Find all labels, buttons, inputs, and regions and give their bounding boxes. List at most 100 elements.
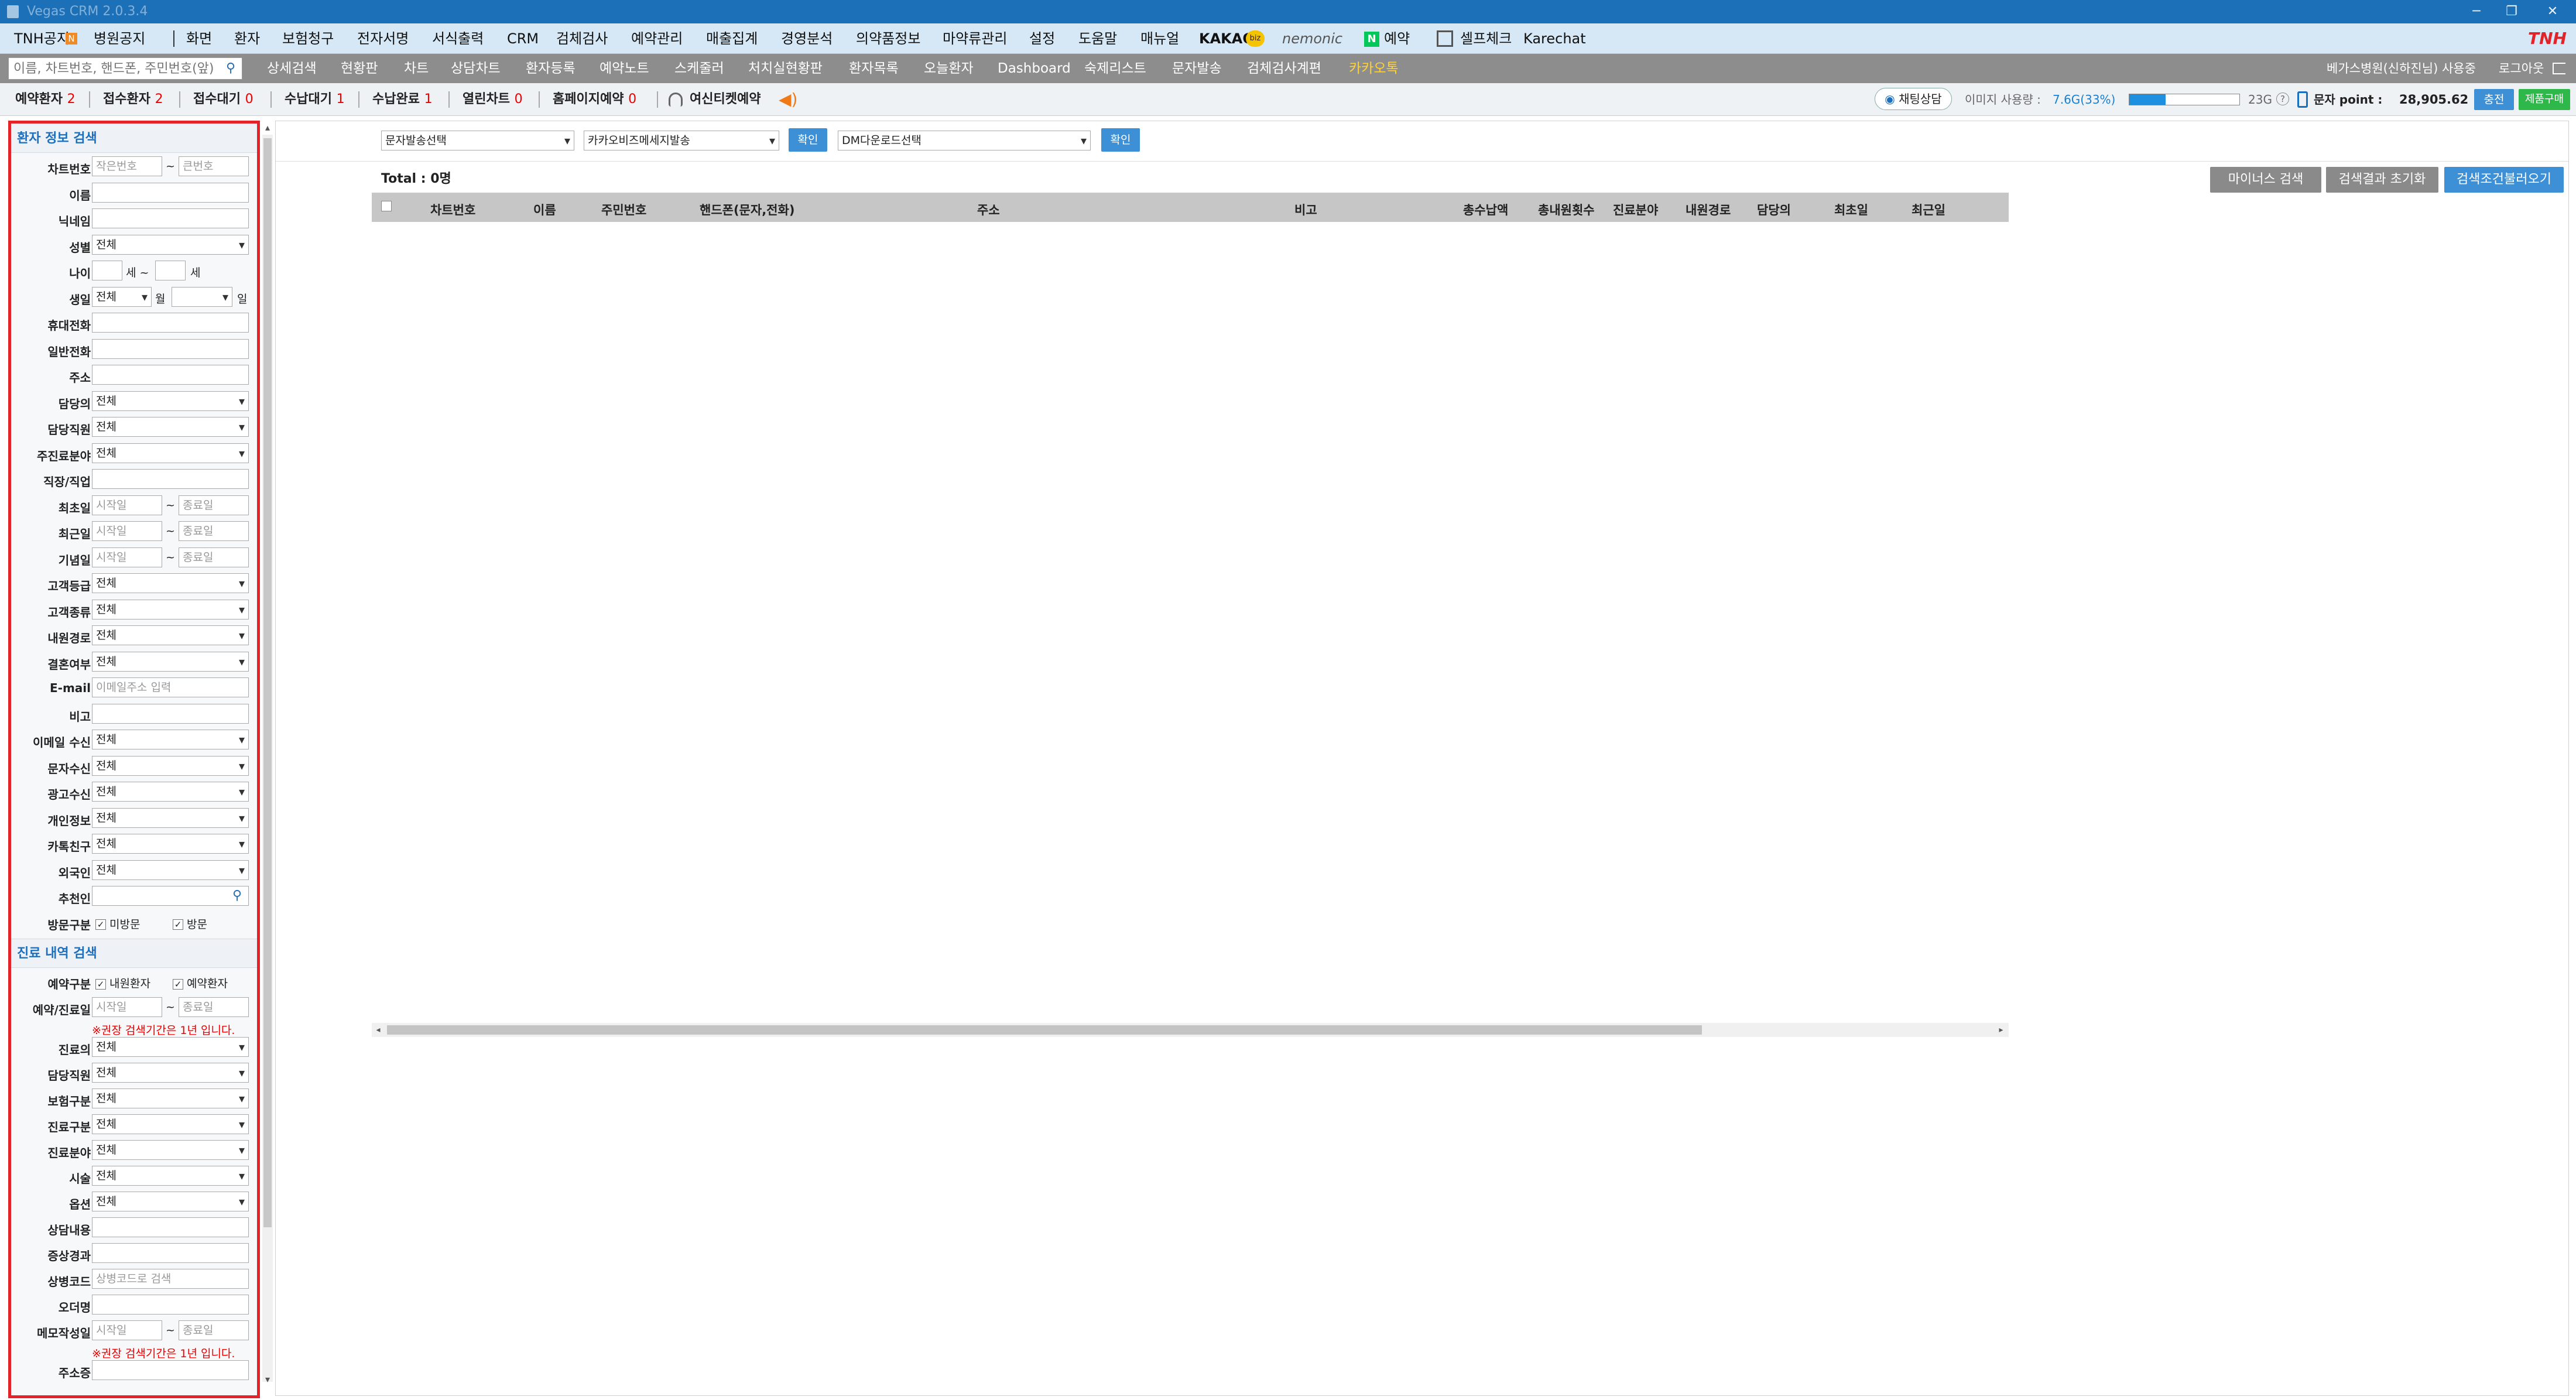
tool-status-board[interactable]: 현황판 [341,54,378,83]
menu-narcotics[interactable]: 마약류관리 [943,23,1007,54]
history-field-6-select[interactable]: 전체 [92,1140,249,1160]
charge-button[interactable]: 충전 [2474,89,2514,110]
column-header-0[interactable]: 차트번호 [430,201,475,218]
tool-dashboard[interactable]: Dashboard [998,54,1071,83]
menu-reservation[interactable]: 예약관리 [631,23,683,54]
speaker-icon[interactable]: ◀) [779,91,799,108]
menu-crm[interactable]: CRM [507,23,539,54]
history-field-7-select[interactable]: 전체 [92,1166,249,1186]
patient-field-5-month[interactable]: 전체 [92,286,152,307]
status-reserved[interactable]: 예약환자 2 [15,83,76,116]
patient-field-28-input[interactable] [92,886,249,906]
patient-field-24-select[interactable]: 전체 [92,782,249,802]
menu-drug-info[interactable]: 의약품정보 [856,23,920,54]
patient-field-2-input[interactable] [92,208,249,228]
menu-esign[interactable]: 전자서명 [357,23,409,54]
tool-detail-search[interactable]: 상세검색 [267,54,317,83]
tool-homework-list[interactable]: 숙제리스트 [1084,54,1146,83]
column-header-5[interactable]: 비고 [1294,201,1317,218]
history-field-1-from[interactable]: 시작일 [92,997,162,1017]
menu-manual[interactable]: 매뉴얼 [1140,23,1179,54]
menu-self-check[interactable]: 셀프체크 [1460,23,1512,54]
help-icon[interactable]: ? [2276,93,2289,105]
patient-field-14-to[interactable]: 종료일 [179,521,249,541]
scroll-left-arrow[interactable]: ◂ [373,1023,383,1037]
tool-reservation-note[interactable]: 예약노트 [600,54,649,83]
tool-specimen-view[interactable]: 검체검사계편 [1247,54,1321,83]
patient-field-21-input[interactable] [92,703,249,724]
tool-today-patients[interactable]: 오늘환자 [924,54,974,83]
menu-hospital-notice[interactable]: 병원공지 [94,23,145,54]
menu-insurance[interactable]: 보험청구 [282,23,334,54]
scroll-up-arrow[interactable]: ▴ [262,122,273,134]
column-header-6[interactable]: 총수납액 [1463,201,1508,218]
column-header-1[interactable]: 이름 [533,201,556,218]
patient-field-17-select[interactable]: 전체 [92,599,249,619]
patient-field-7-input[interactable] [92,338,249,359]
tool-chart[interactable]: 차트 [404,54,429,83]
chat-consult-button[interactable]: ◉ 채팅상담 [1875,88,1952,110]
patient-field-5-day[interactable] [172,286,232,307]
status-open-charts[interactable]: 열린차트 0 [463,83,523,116]
close-button[interactable]: ✕ [2535,0,2570,23]
confirm-button-1[interactable]: 확인 [789,128,827,152]
history-field-0-checkbox-1[interactable]: ✓ [173,978,183,990]
patient-field-23-select[interactable]: 전체 [92,755,249,776]
patient-field-13-from[interactable]: 시작일 [92,495,162,515]
patient-field-29-checkbox-1[interactable]: ✓ [173,919,183,930]
history-field-13-from[interactable]: 시작일 [92,1320,162,1340]
tool-patient-register[interactable]: 환자등록 [526,54,576,83]
yeosin-ticket-reservation[interactable]: 여신티켓예약 [690,83,761,116]
status-payment-waiting[interactable]: 수납대기 1 [285,83,345,116]
patient-field-0-from[interactable]: 작은번호 [92,156,162,176]
menu-analysis[interactable]: 경영분석 [781,23,833,54]
status-received[interactable]: 접수환자 2 [103,83,163,116]
buy-button[interactable]: 제품구매 [2519,89,2570,110]
status-waiting[interactable]: 접수대기 0 [193,83,254,116]
tool-treatment-board[interactable]: 처치실현황판 [748,54,823,83]
tool-consult-chart[interactable]: 상담차트 [451,54,501,83]
patient-field-13-to[interactable]: 종료일 [179,495,249,515]
column-header-9[interactable]: 내원경로 [1686,201,1731,218]
history-field-14-input[interactable] [92,1360,249,1380]
horizontal-scrollbar[interactable]: ◂ ▸ [372,1023,2009,1037]
column-header-3[interactable]: 핸드폰(문자,전화) [700,201,794,218]
patient-field-14-from[interactable]: 시작일 [92,521,162,541]
tool-kakaotalk[interactable]: 카카오톡 [1349,54,1399,83]
patient-field-16-select[interactable]: 전체 [92,573,249,593]
kakao-biz-select[interactable]: 카카오비즈메세지발송 [584,131,779,150]
history-field-5-select[interactable]: 전체 [92,1114,249,1134]
patient-field-22-select[interactable]: 전체 [92,730,249,749]
select-all-checkbox[interactable] [381,201,392,211]
patient-field-9-select[interactable]: 전체 [92,391,249,411]
menu-nemonic[interactable]: nemonic [1282,23,1342,54]
history-field-0-checkbox-0[interactable]: ✓ [95,978,106,990]
history-field-0-check-0[interactable]: ✓ 내원환자 [95,975,150,991]
horizontal-scroll-thumb[interactable] [387,1025,1702,1035]
menu-patient[interactable]: 환자 [234,23,260,54]
patient-field-25-select[interactable]: 전체 [92,807,249,828]
patient-field-3-select[interactable]: 전체 [92,234,249,255]
tool-send-sms[interactable]: 문자발송 [1172,54,1222,83]
patient-field-29-checkbox-0[interactable]: ✓ [95,919,106,930]
patient-field-20-input[interactable]: 이메일주소 입력 [92,677,249,697]
history-field-11-input[interactable]: 상병코드로 검색 [92,1269,249,1289]
sidebar-scrollbar[interactable] [259,124,260,1395]
tool-scheduler[interactable]: 스케줄러 [674,54,724,83]
patient-field-18-select[interactable]: 전체 [92,625,249,645]
patient-field-0-to[interactable]: 큰번호 [179,156,249,176]
history-field-12-input[interactable] [92,1295,249,1315]
restore-button[interactable]: ❐ [2494,0,2529,23]
sidebar-scroll-thumb[interactable] [263,138,272,1227]
patient-field-27-select[interactable]: 전체 [92,860,249,880]
menu-specimen[interactable]: 검체검사 [556,23,608,54]
reset-results-button[interactable]: 검색결과 초기화 [2326,167,2438,193]
patient-field-4-to[interactable] [155,261,186,280]
history-field-8-select[interactable]: 전체 [92,1192,249,1211]
menu-screen[interactable]: 화면 [186,23,212,54]
tool-patient-list[interactable]: 환자목록 [849,54,899,83]
history-field-10-input[interactable] [92,1243,249,1263]
scroll-down-arrow[interactable]: ▾ [262,1374,273,1385]
patient-field-1-input[interactable] [92,182,249,203]
patient-field-8-input[interactable] [92,365,249,385]
